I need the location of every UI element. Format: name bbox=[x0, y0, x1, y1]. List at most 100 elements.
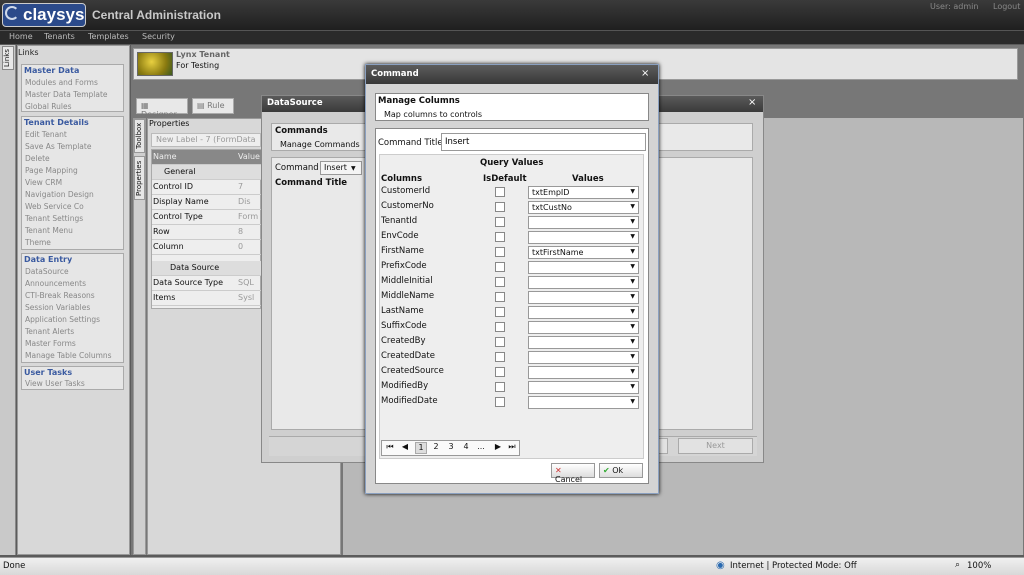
nav-security[interactable]: Security bbox=[142, 32, 175, 41]
toolbox-tab[interactable]: Toolbox bbox=[134, 119, 145, 153]
isdefault-checkbox[interactable] bbox=[495, 397, 505, 407]
close-icon[interactable]: × bbox=[748, 97, 756, 108]
property-group-label: Data Source bbox=[170, 263, 220, 272]
link-tenant-menu[interactable]: Tenant Menu bbox=[25, 226, 73, 235]
page-4[interactable]: 4 bbox=[460, 442, 472, 454]
value-select[interactable]: ▼ bbox=[528, 216, 639, 229]
isdefault-checkbox[interactable] bbox=[495, 202, 505, 212]
link-edit-tenant[interactable]: Edit Tenant bbox=[25, 130, 67, 139]
isdefault-checkbox[interactable] bbox=[495, 292, 505, 302]
isdefault-checkbox[interactable] bbox=[495, 187, 505, 197]
link-page-mapping[interactable]: Page Mapping bbox=[25, 166, 78, 175]
next-page-icon[interactable]: ▶ bbox=[492, 442, 504, 454]
logout-link[interactable]: Logout bbox=[993, 2, 1020, 11]
value-select[interactable]: ▼ bbox=[528, 336, 639, 349]
isdefault-checkbox[interactable] bbox=[495, 217, 505, 227]
ok-label: Ok bbox=[612, 466, 624, 475]
value-select[interactable]: ▼ bbox=[528, 321, 639, 334]
property-row[interactable]: Column 0 bbox=[152, 240, 261, 255]
link-manage-table-columns[interactable]: Manage Table Columns bbox=[25, 351, 112, 360]
property-row[interactable]: Control Type Form bbox=[152, 210, 261, 225]
isdefault-checkbox[interactable] bbox=[495, 352, 505, 362]
value-select[interactable]: ▼ bbox=[528, 306, 639, 319]
command-select[interactable]: Insert ▼ bbox=[320, 161, 362, 175]
nav-tenants[interactable]: Tenants bbox=[44, 32, 75, 41]
close-icon[interactable]: × bbox=[641, 68, 649, 79]
isdefault-header: IsDefault bbox=[483, 174, 527, 184]
property-row[interactable]: Row 8 bbox=[152, 225, 261, 240]
chevron-down-icon: ▼ bbox=[630, 188, 635, 195]
link-cti-break-reasons[interactable]: CTI-Break Reasons bbox=[25, 291, 95, 300]
value-select[interactable]: ▼ bbox=[528, 396, 639, 409]
prev-page-icon[interactable]: ◀ bbox=[399, 442, 411, 454]
isdefault-checkbox[interactable] bbox=[495, 367, 505, 377]
isdefault-checkbox[interactable] bbox=[495, 277, 505, 287]
value-select[interactable]: ▼ bbox=[528, 276, 639, 289]
link-global-rules[interactable]: Global Rules bbox=[25, 102, 72, 111]
isdefault-checkbox[interactable] bbox=[495, 322, 505, 332]
link-modules-and-forms[interactable]: Modules and Forms bbox=[25, 78, 98, 87]
datasource-title: DataSource bbox=[267, 98, 323, 108]
links-tab[interactable]: Links bbox=[2, 46, 14, 70]
link-view-user-tasks[interactable]: View User Tasks bbox=[25, 379, 85, 388]
link-navigation-design[interactable]: Navigation Design bbox=[25, 190, 94, 199]
page-3[interactable]: 3 bbox=[445, 442, 457, 454]
isdefault-checkbox[interactable] bbox=[495, 307, 505, 317]
isdefault-checkbox[interactable] bbox=[495, 337, 505, 347]
link-announcements[interactable]: Announcements bbox=[25, 279, 86, 288]
value-select[interactable]: ▼ bbox=[528, 366, 639, 379]
value-select[interactable]: ▼ bbox=[528, 381, 639, 394]
value-select[interactable]: ▼ bbox=[528, 351, 639, 364]
link-master-data-template[interactable]: Master Data Template bbox=[25, 90, 108, 99]
property-row[interactable]: Items Sysl bbox=[152, 291, 261, 306]
link-master-forms[interactable]: Master Forms bbox=[25, 339, 76, 348]
command-title-input[interactable] bbox=[441, 133, 646, 151]
value-select[interactable]: txtCustNo ▼ bbox=[528, 201, 639, 214]
value-select[interactable]: txtEmpID ▼ bbox=[528, 186, 639, 199]
property-group-data-source[interactable]: Data Source bbox=[152, 261, 261, 276]
zoom-level[interactable]: 100% bbox=[967, 561, 991, 571]
value-select-text: txtFirstName bbox=[532, 248, 584, 257]
link-web-service[interactable]: Web Service Co bbox=[25, 202, 84, 211]
page-1[interactable]: 1 bbox=[415, 442, 427, 454]
value-select[interactable]: ▼ bbox=[528, 261, 639, 274]
link-save-as-template[interactable]: Save As Template bbox=[25, 142, 91, 151]
links-group-data-entry: Data Entry DataSource Announcements CTI-… bbox=[21, 253, 124, 363]
property-row[interactable]: Display Name Dis bbox=[152, 195, 261, 210]
page-2[interactable]: 2 bbox=[430, 442, 442, 454]
chevron-down-icon: ▼ bbox=[630, 323, 635, 330]
designer-button[interactable]: ▦ Designer bbox=[136, 98, 188, 119]
link-theme[interactable]: Theme bbox=[25, 238, 51, 247]
ok-button[interactable]: ✔ Ok bbox=[599, 463, 643, 478]
isdefault-checkbox[interactable] bbox=[495, 382, 505, 392]
link-tenant-alerts[interactable]: Tenant Alerts bbox=[25, 327, 74, 336]
properties-selector[interactable]: New Label - 7 (FormData bbox=[151, 133, 261, 147]
nav-home[interactable]: Home bbox=[9, 32, 33, 41]
isdefault-checkbox[interactable] bbox=[495, 247, 505, 257]
page-more[interactable]: ... bbox=[475, 442, 487, 454]
value-select-text: txtCustNo bbox=[532, 203, 572, 212]
link-tenant-settings[interactable]: Tenant Settings bbox=[25, 214, 83, 223]
properties-tab[interactable]: Properties bbox=[134, 156, 145, 200]
isdefault-checkbox[interactable] bbox=[495, 262, 505, 272]
link-session-variables[interactable]: Session Variables bbox=[25, 303, 90, 312]
value-select[interactable]: ▼ bbox=[528, 291, 639, 304]
link-application-settings[interactable]: Application Settings bbox=[25, 315, 100, 324]
rule-button[interactable]: ▤ Rule bbox=[192, 98, 234, 114]
cancel-button[interactable]: ✕ Cancel bbox=[551, 463, 595, 484]
link-view-crm[interactable]: View CRM bbox=[25, 178, 62, 187]
property-group-general[interactable]: General bbox=[152, 165, 261, 180]
first-page-icon[interactable]: ⏮ bbox=[384, 442, 396, 454]
last-page-icon[interactable]: ⏭ bbox=[506, 442, 518, 454]
property-name: Data Source Type bbox=[153, 278, 224, 287]
value-select[interactable]: txtFirstName ▼ bbox=[528, 246, 639, 259]
link-datasource[interactable]: DataSource bbox=[25, 267, 69, 276]
column-name: FirstName bbox=[381, 246, 424, 256]
link-delete[interactable]: Delete bbox=[25, 154, 50, 163]
nav-templates[interactable]: Templates bbox=[88, 32, 129, 41]
property-row[interactable]: Control ID 7 bbox=[152, 180, 261, 195]
next-button[interactable]: Next bbox=[678, 438, 753, 454]
value-select[interactable]: ▼ bbox=[528, 231, 639, 244]
isdefault-checkbox[interactable] bbox=[495, 232, 505, 242]
property-row[interactable]: Data Source Type SQL bbox=[152, 276, 261, 291]
